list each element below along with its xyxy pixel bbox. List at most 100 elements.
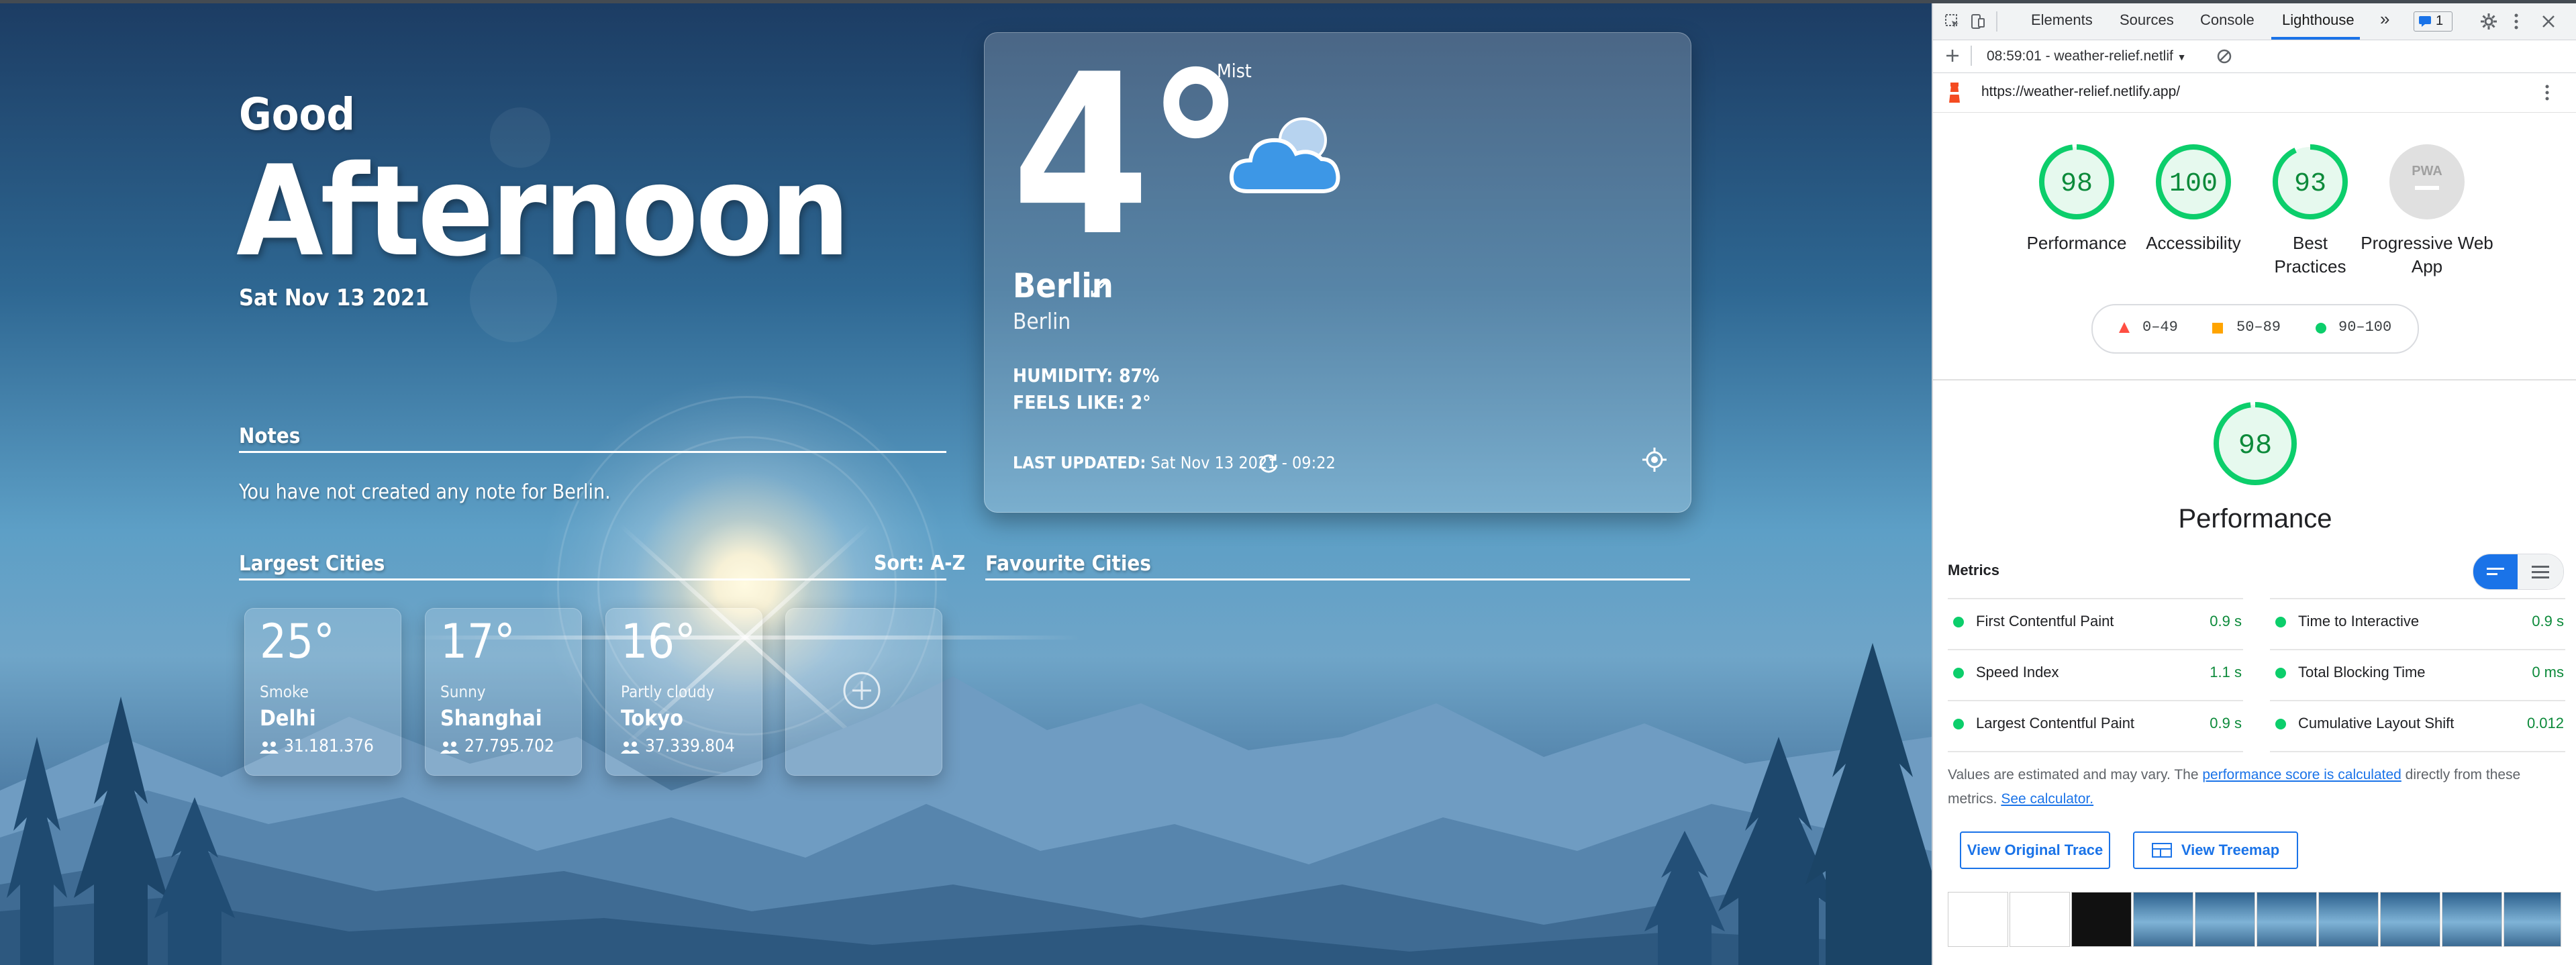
metric-pass-dot — [2275, 617, 2286, 627]
gauge-pwa[interactable]: PWA — [2387, 142, 2467, 222]
plus-circle-icon — [843, 672, 881, 709]
filmstrip-frame — [2195, 892, 2255, 947]
compact-list-icon — [2487, 568, 2504, 575]
city-card[interactable]: 16° Partly cloudy Tokyo 37.339.804 — [605, 608, 762, 776]
population-value: 37.339.804 — [645, 736, 735, 756]
cloud-icon — [1229, 117, 1340, 193]
expand-icon[interactable] — [1089, 278, 1109, 299]
largest-cities-divider — [239, 578, 946, 580]
people-icon — [260, 741, 279, 754]
last-updated-label: LAST UPDATED: — [1013, 453, 1146, 472]
metric-name: Cumulative Layout Shift — [2298, 715, 2455, 731]
tab-console[interactable]: Console — [2200, 11, 2255, 29]
metric-pass-dot — [1953, 668, 1964, 678]
metrics-view-toggle[interactable] — [2473, 554, 2564, 590]
devtools-tabbar: Elements Sources Console Lighthouse » 1 — [1933, 3, 2576, 40]
filmstrip-frame — [2504, 892, 2561, 947]
kebab-menu-icon[interactable] — [2544, 84, 2550, 101]
more-tabs-button[interactable]: » — [2380, 9, 2389, 30]
gauge-score: 98 — [2061, 169, 2093, 199]
filmstrip-frame — [2442, 892, 2502, 947]
clear-icon[interactable] — [2216, 48, 2232, 64]
device-toolbar-icon[interactable] — [1969, 13, 1987, 30]
largest-cities-title: Largest Cities — [239, 552, 385, 576]
filmstrip-frame — [2380, 892, 2440, 947]
dropdown-caret-icon: ▼ — [2177, 52, 2187, 62]
url-bar: https://weather-relief.netlify.app/ — [1933, 73, 2576, 113]
tab-sources[interactable]: Sources — [2120, 11, 2174, 29]
metric-value: 0.9 s — [2532, 613, 2564, 629]
plus-icon[interactable] — [1945, 48, 1960, 63]
city-condition: Partly cloudy — [621, 682, 715, 701]
toggle-expanded[interactable] — [2518, 554, 2563, 589]
report-selector[interactable]: 08:59:01 - weather-relief.netlif ▼ — [1987, 48, 2187, 64]
pwa-badge-text: PWA — [2412, 164, 2442, 179]
kebab-menu-icon[interactable] — [2513, 13, 2520, 30]
see-calculator-link[interactable]: See calculator. — [2001, 791, 2093, 807]
city-temperature: 16° — [621, 614, 696, 669]
settings-gear-icon[interactable] — [2479, 12, 2498, 31]
metric-value: 0.012 — [2526, 715, 2564, 731]
legend-average: 50–89 — [2236, 319, 2281, 336]
window-top-border — [0, 0, 2576, 3]
view-original-trace-button[interactable]: View Original Trace — [1960, 831, 2110, 869]
metric-divider — [1948, 700, 2243, 701]
view-treemap-button[interactable]: View Treemap — [2133, 831, 2298, 869]
people-icon — [440, 741, 459, 754]
filmstrip-frame — [2257, 892, 2317, 947]
inspect-element-icon[interactable] — [1944, 13, 1961, 30]
tab-elements[interactable]: Elements — [2031, 11, 2093, 29]
tab-lighthouse[interactable]: Lighthouse — [2282, 11, 2355, 29]
message-icon — [2419, 16, 2431, 27]
legend-fail: 0–49 — [2142, 319, 2178, 336]
section-divider — [1933, 379, 2576, 380]
metric-divider — [1948, 649, 2243, 650]
gauge-label: Progressive Web App — [2361, 233, 2493, 277]
average-square-icon — [2212, 323, 2223, 334]
favourite-cities-title: Favourite Cities — [985, 552, 1151, 576]
favourite-cities-divider — [985, 578, 1690, 580]
city-name: Shanghai — [440, 705, 542, 731]
fail-triangle-icon — [2119, 322, 2130, 333]
close-icon[interactable] — [2541, 14, 2556, 29]
population-value: 31.181.376 — [284, 736, 374, 756]
current-condition: Mist — [1217, 60, 1252, 82]
active-tab-indicator — [2271, 37, 2360, 40]
notes-title: Notes — [239, 424, 301, 448]
gauge-accessibility[interactable]: 100 — [2153, 142, 2234, 222]
metric-pass-dot — [1953, 617, 1964, 627]
score-calculated-link[interactable]: performance score is calculated — [2202, 767, 2401, 782]
city-population: 27.795.702 — [440, 736, 554, 756]
sort-toggle[interactable]: Sort: A-Z — [874, 552, 965, 575]
last-updated: LAST UPDATED: Sat Nov 13 2021 - 09:22 — [1013, 453, 1336, 472]
current-temperature: 4° — [1011, 27, 1246, 285]
greeting-period: Afternoon — [236, 138, 850, 284]
weather-app: Good Afternoon Sat Nov 13 2021 Notes You… — [0, 0, 1932, 965]
pass-circle-icon — [2316, 323, 2326, 334]
issues-badge[interactable]: 1 — [2414, 11, 2453, 32]
metric-name: Time to Interactive — [2298, 613, 2420, 629]
report-selector-value: 08:59:01 - weather-relief.netlif — [1987, 48, 2173, 64]
city-card[interactable]: 25° Smoke Delhi 31.181.376 — [244, 608, 401, 776]
city-temperature: 25° — [260, 614, 335, 669]
refresh-icon[interactable] — [1257, 452, 1280, 474]
legend-pass: 90–100 — [2338, 319, 2392, 336]
view-treemap-label: View Treemap — [2181, 842, 2280, 858]
filmstrip-frame — [2071, 892, 2132, 947]
location-target-icon[interactable] — [1641, 446, 1668, 473]
issues-count: 1 — [2436, 13, 2444, 28]
toggle-compact[interactable] — [2473, 554, 2518, 589]
gauge-performance[interactable]: 98 — [2036, 142, 2117, 222]
gauge-score: 93 — [2294, 169, 2326, 199]
add-city-card[interactable] — [785, 608, 942, 776]
metric-divider — [2270, 598, 2565, 599]
metric-divider — [1948, 598, 2243, 599]
city-population: 31.181.376 — [260, 736, 374, 756]
gauge-label: Accessibility — [2146, 233, 2241, 253]
gauge-best-practices[interactable]: 93 — [2270, 142, 2350, 222]
metric-name: Speed Index — [1976, 664, 2059, 680]
metric-divider — [2270, 700, 2565, 701]
gauge-label: Best Practices — [2274, 233, 2346, 277]
city-card[interactable]: 17° Sunny Shanghai 27.795.702 — [425, 608, 582, 776]
metric-pass-dot — [1953, 719, 1964, 729]
